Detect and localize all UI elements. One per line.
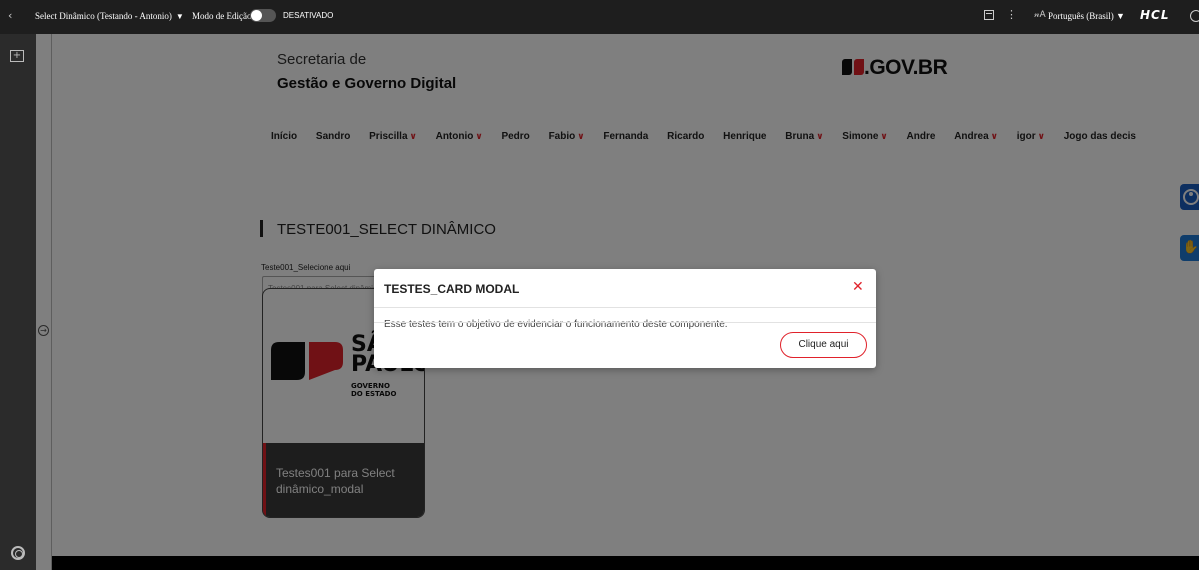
- modal-title: TESTES_CARD MODAL: [384, 282, 520, 296]
- top-toolbar: ‹ Select Dinâmico (Testando - Antonio) ▼ …: [0, 0, 1199, 34]
- translate-icon: 𝓃A: [1034, 10, 1046, 20]
- caret-down-icon: ▼: [175, 12, 184, 21]
- caret-down-icon: ▼: [1116, 11, 1125, 21]
- user-icon[interactable]: [1190, 10, 1199, 22]
- language-selector[interactable]: Português (Brasil) ▼: [1048, 11, 1125, 21]
- click-here-button[interactable]: Clique aqui: [780, 332, 867, 358]
- add-page-icon[interactable]: +: [10, 50, 24, 62]
- edit-mode-label: Modo de Edição:: [192, 11, 254, 21]
- card-modal: TESTES_CARD MODAL ✕ Esse testes tem o ob…: [374, 269, 876, 368]
- left-rail: +: [0, 34, 36, 570]
- modal-body: Esse testes tem o objetivo de evidenciar…: [384, 319, 728, 330]
- language-label: Português (Brasil): [1048, 11, 1114, 21]
- panel-icon[interactable]: [984, 10, 994, 20]
- more-options-icon[interactable]: ⋮: [1006, 8, 1017, 21]
- edit-mode-status: DESATIVADO: [283, 11, 334, 20]
- modal-footer-divider: [374, 322, 876, 323]
- close-icon[interactable]: ✕: [852, 279, 864, 295]
- edit-mode-toggle[interactable]: [250, 9, 276, 22]
- hcl-logo: HCL: [1140, 8, 1170, 22]
- help-icon[interactable]: [11, 546, 25, 560]
- chevron-left-icon[interactable]: ‹: [8, 9, 12, 22]
- toggle-knob: [251, 10, 262, 21]
- modal-divider: [374, 307, 876, 308]
- page-selector[interactable]: Select Dinâmico (Testando - Antonio) ▼: [35, 11, 184, 21]
- page-selector-label: Select Dinâmico (Testando - Antonio): [35, 11, 172, 21]
